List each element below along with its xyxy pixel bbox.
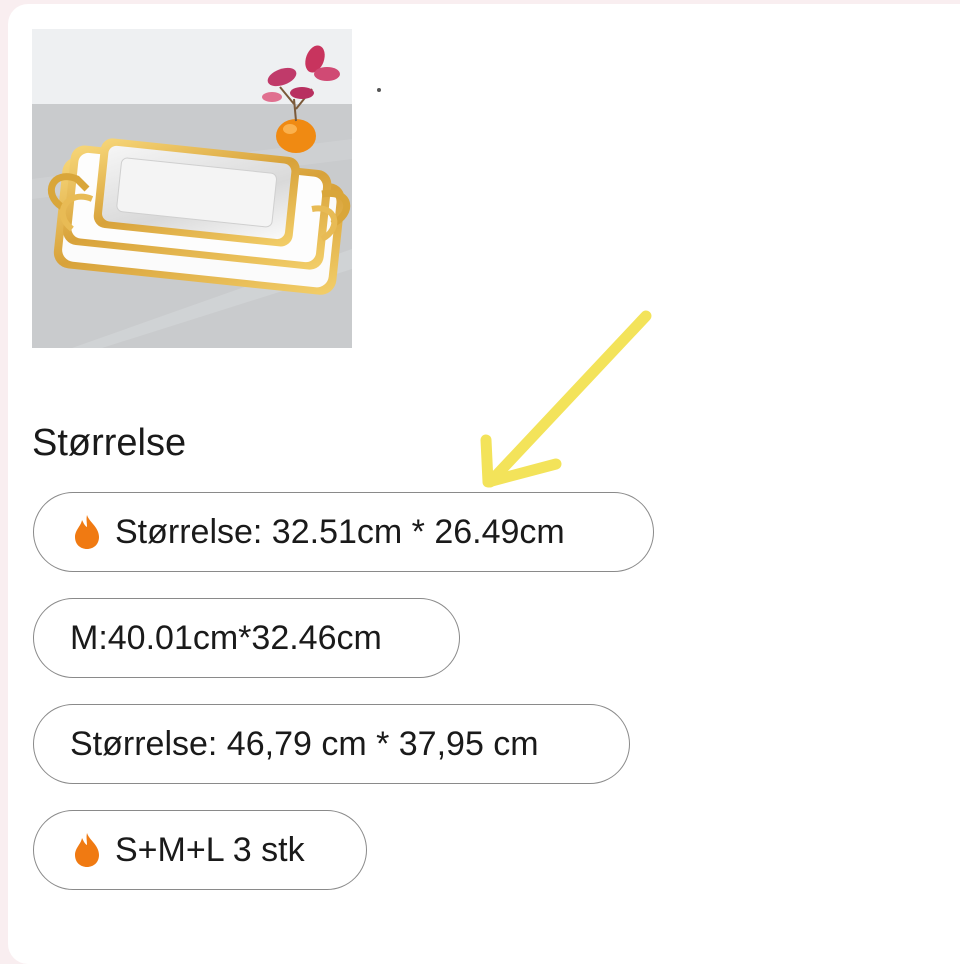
product-thumbnail[interactable]	[32, 29, 352, 348]
size-option-label: Størrelse: 46,79 cm * 37,95 cm	[70, 724, 539, 763]
size-option-label: S+M+L 3 stk	[115, 830, 305, 869]
size-option-label: Størrelse: 32.51cm * 26.49cm	[115, 512, 565, 551]
size-option-small[interactable]: Størrelse: 32.51cm * 26.49cm	[33, 492, 654, 572]
product-photo	[32, 29, 352, 348]
dust-speck	[377, 88, 381, 92]
size-option-medium[interactable]: M:40.01cm*32.46cm	[33, 598, 460, 678]
fire-icon	[75, 515, 99, 549]
size-option-large[interactable]: Størrelse: 46,79 cm * 37,95 cm	[33, 704, 630, 784]
size-option-label: M:40.01cm*32.46cm	[70, 618, 382, 657]
size-section-title: Størrelse	[32, 422, 187, 464]
size-option-set[interactable]: S+M+L 3 stk	[33, 810, 367, 890]
fire-icon	[75, 833, 99, 867]
